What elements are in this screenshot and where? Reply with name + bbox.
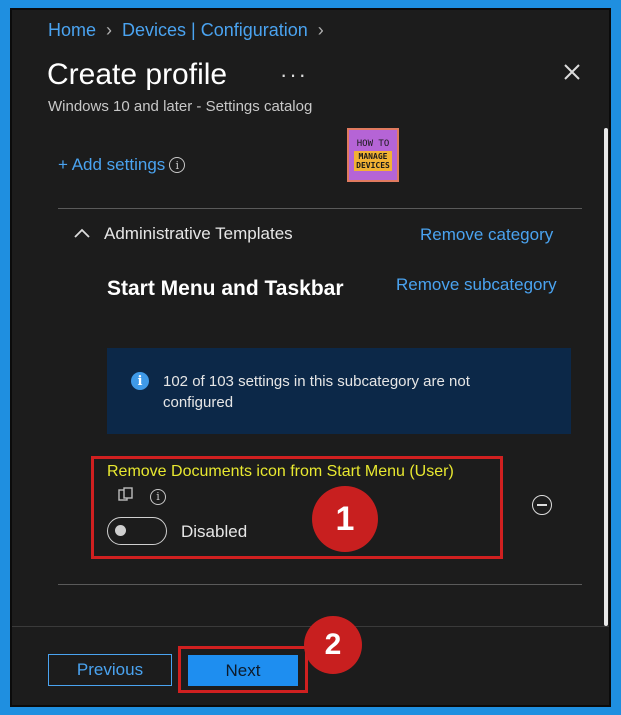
logo-text-box: MANAGE DEVICES bbox=[354, 151, 392, 171]
subcategory-title: Start Menu and Taskbar bbox=[107, 277, 344, 300]
scrollbar[interactable] bbox=[604, 128, 608, 626]
info-banner-text: 102 of 103 settings in this subcategory … bbox=[163, 373, 470, 411]
close-icon[interactable] bbox=[562, 62, 582, 87]
breadcrumb: Home › Devices | Configuration › bbox=[48, 20, 334, 41]
how-to-manage-devices-logo: HOW TO MANAGE DEVICES bbox=[347, 128, 399, 182]
info-icon[interactable]: i bbox=[169, 157, 186, 173]
category-header[interactable]: Administrative Templates bbox=[74, 224, 293, 244]
breadcrumb-devices-configuration-link[interactable]: Devices | Configuration bbox=[122, 20, 308, 40]
logo-text-line1: HOW TO bbox=[356, 139, 390, 149]
divider bbox=[58, 208, 582, 209]
minus-bar bbox=[537, 504, 547, 506]
remove-setting-icon[interactable] bbox=[532, 495, 552, 515]
logo-text-line3: DEVICES bbox=[356, 161, 390, 170]
divider bbox=[58, 584, 582, 585]
remove-subcategory-link[interactable]: Remove subcategory bbox=[396, 275, 557, 295]
page-subtitle: Windows 10 and later - Settings catalog bbox=[48, 98, 313, 115]
breadcrumb-home-link[interactable]: Home bbox=[48, 20, 96, 40]
previous-button[interactable]: Previous bbox=[48, 654, 172, 686]
annotation-badge-1: 1 bbox=[312, 486, 378, 552]
remove-category-link[interactable]: Remove category bbox=[420, 225, 553, 245]
page-title: Create profile bbox=[47, 58, 228, 91]
next-button[interactable]: Next bbox=[188, 655, 298, 686]
create-profile-panel: Home › Devices | Configuration › Create pro… bbox=[10, 8, 611, 707]
chevron-right-icon: › bbox=[317, 20, 324, 40]
annotation-highlight-setting bbox=[91, 456, 503, 559]
info-banner: i 102 of 103 settings in this subcategor… bbox=[107, 348, 571, 434]
add-settings-link[interactable]: + Add settings i bbox=[58, 155, 186, 175]
chevron-up-icon[interactable] bbox=[74, 225, 90, 243]
info-icon: i bbox=[131, 372, 149, 390]
add-settings-label[interactable]: + Add settings bbox=[58, 155, 165, 175]
more-options-button[interactable]: ··· bbox=[280, 62, 308, 88]
category-label: Administrative Templates bbox=[104, 224, 293, 243]
annotation-badge-2: 2 bbox=[304, 616, 362, 674]
chevron-right-icon: › bbox=[106, 20, 113, 40]
logo-text-line2: MANAGE bbox=[358, 152, 388, 161]
